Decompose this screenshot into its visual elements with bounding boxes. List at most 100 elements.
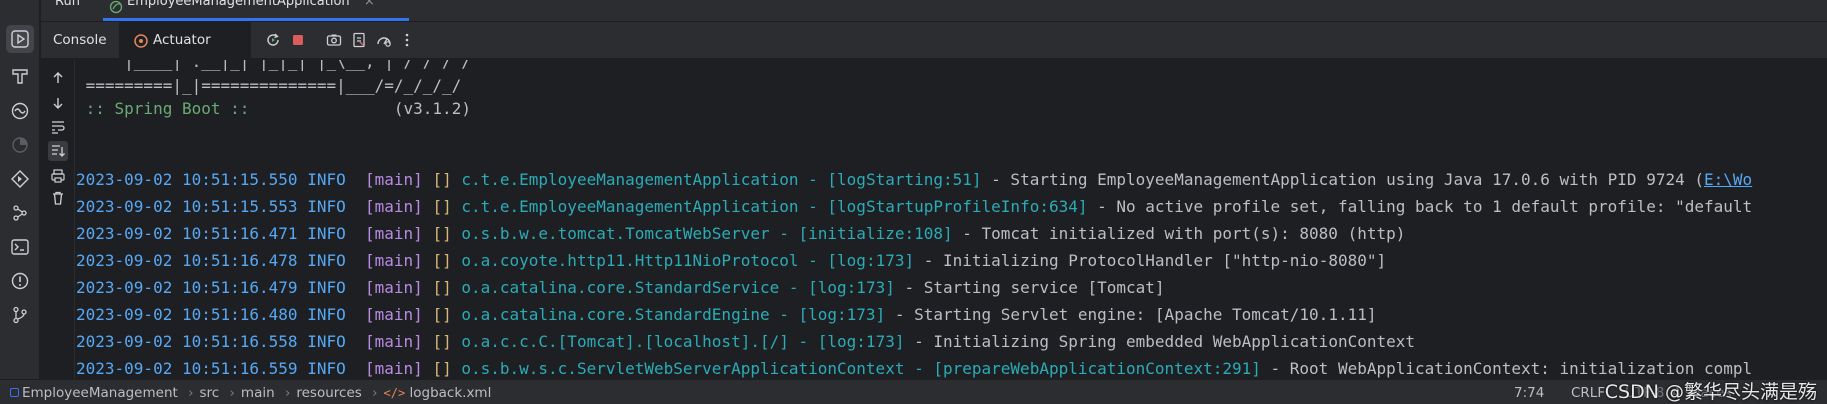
dump-threads-icon[interactable] [350,31,368,49]
caret-position[interactable]: 7:74 [1514,383,1544,403]
log-separator [298,251,308,270]
rerun-icon[interactable] [264,31,282,49]
log-thread: [main] [365,197,423,216]
breadcrumb-separator: › [372,385,378,401]
more-options-icon[interactable] [398,31,416,49]
xml-file-icon: </> [383,386,406,400]
log-separator [298,224,308,243]
log-line: 2023-09-02 10:51:16.478 INFO [main] [] o… [76,249,1386,273]
log-separator [298,359,308,378]
tab-console[interactable]: Console [41,22,115,59]
print-icon[interactable] [48,166,68,186]
log-logger: o.a.catalina.core.StandardService [461,278,780,297]
terminal-icon[interactable] [6,233,34,261]
log-separator: - [904,359,934,378]
log-method: [logStartupProfileInfo:634] [827,197,1088,216]
log-separator [452,305,462,324]
build-icon[interactable] [6,62,34,90]
log-logger: o.a.catalina.core.StandardEngine [461,305,770,324]
log-method: [logStarting:51] [827,170,982,189]
scroll-down-icon[interactable] [48,93,68,113]
log-message: - Initializing ProtocolHandler ["http-ni… [914,251,1387,270]
log-separator [423,197,433,216]
breadcrumb-item[interactable]: resources [296,385,361,401]
breadcrumb-separator: › [188,385,194,401]
spring-boot-label: :: Spring Boot :: [76,99,260,118]
log-separator [298,332,308,351]
log-separator: - [769,305,799,324]
breadcrumb-separator: › [229,385,235,401]
log-timestamp: 2023-09-02 10:51:15.553 [76,197,298,216]
log-separator [298,305,308,324]
log-separator [452,170,462,189]
breadcrumb-item[interactable]: main [241,385,275,401]
log-line: 2023-09-02 10:51:16.559 INFO [main] [] o… [76,357,1752,379]
log-timestamp: 2023-09-02 10:51:16.471 [76,224,298,243]
log-method: [log:173] [808,278,895,297]
breadcrumb-item[interactable]: src [200,385,220,401]
scroll-up-icon[interactable] [48,68,68,88]
log-message: - Initializing Spring embedded WebApplic… [904,332,1416,351]
log-separator [423,278,433,297]
log-logger: o.s.b.w.e.tomcat.TomcatWebServer [461,224,770,243]
log-separator: - [798,251,828,270]
dependencies-icon[interactable] [6,199,34,227]
log-separator [452,332,462,351]
log-thread: [main] [365,359,423,378]
log-line: 2023-09-02 10:51:16.480 INFO [main] [] o… [76,303,1376,327]
log-line: 2023-09-02 10:51:16.471 INFO [main] [] o… [76,222,1405,246]
log-separator [346,359,365,378]
line-separator[interactable]: CRLF [1571,383,1605,403]
log-separator [452,359,462,378]
log-separator [452,251,462,270]
clear-icon[interactable] [48,188,68,208]
run-icon[interactable] [6,25,34,53]
log-separator [423,305,433,324]
active-tab-indicator [103,18,409,21]
soft-wrap-icon[interactable] [48,117,68,137]
log-separator [298,278,308,297]
log-context: [] [432,359,452,378]
log-separator [298,170,308,189]
log-separator [346,224,365,243]
log-separator: - [798,170,828,189]
csdn-watermark: CSDN @繁华尽头满是殇 [1604,381,1817,403]
screenshot-icon[interactable] [325,31,343,49]
tab-console-label: Console [53,32,107,48]
log-context: [] [432,170,452,189]
console-toolbar: Console Actuator [41,22,1827,59]
profiler-icon[interactable] [6,131,34,159]
log-method: [log:173] [817,332,905,351]
log-level: INFO [307,359,346,378]
log-separator [346,251,365,270]
endpoints-icon[interactable] [6,165,34,193]
log-timestamp: 2023-09-02 10:51:16.479 [76,278,298,297]
run-tool-window-header: Run EmployeeManagementApplication × [41,0,1827,22]
coverage-icon[interactable] [375,31,393,49]
log-separator [346,170,365,189]
log-method: [prepareWebApplicationContext:291] [933,359,1261,378]
banner-line: ' |____| .__|_| |_|_| |_\__, | / / / / [76,60,471,71]
stop-icon[interactable] [289,31,307,49]
tab-actuator[interactable]: Actuator [119,22,251,59]
log-message: - Starting Servlet engine: [Apache Tomca… [885,305,1377,324]
breadcrumb: EmployeeManagement › src › main › resources… [10,383,491,403]
problems-icon[interactable] [6,267,34,295]
close-tab-icon[interactable]: × [364,0,375,9]
breadcrumb-item[interactable]: logback.xml [409,385,491,401]
log-separator [423,332,433,351]
services-icon[interactable] [6,97,34,125]
breadcrumb-item[interactable]: EmployeeManagement [22,385,178,401]
tab-actuator-label: Actuator [153,32,211,48]
log-path-link[interactable]: E:\Wo [1704,170,1752,189]
log-line: 2023-09-02 10:51:16.479 INFO [main] [] o… [76,276,1165,300]
console-output[interactable]: ' |____| .__|_| |_|_| |_\__, | / / / / =… [76,60,1827,379]
log-level: INFO [307,170,346,189]
scroll-to-end-icon[interactable] [48,141,68,161]
log-context: [] [432,197,452,216]
git-icon[interactable] [6,301,34,329]
log-separator: - [779,278,809,297]
log-separator [452,197,462,216]
console-side-actions [41,60,75,379]
log-thread: [main] [365,251,423,270]
